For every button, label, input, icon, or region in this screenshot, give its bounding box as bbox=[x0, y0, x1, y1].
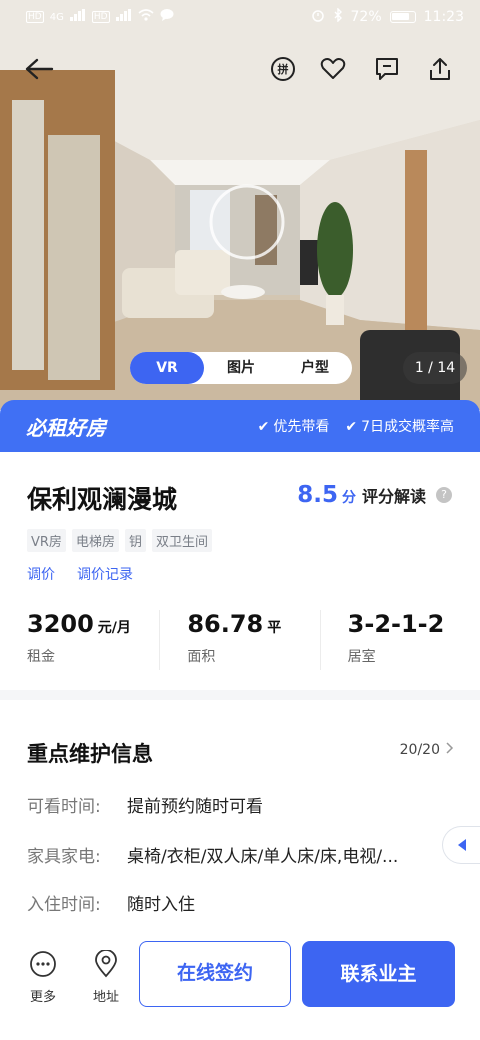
section-title: 重点维护信息 bbox=[27, 742, 153, 766]
chevron-right-icon bbox=[446, 742, 454, 758]
network-label: 4G bbox=[49, 11, 64, 23]
stat-rooms: 3-2-1-2 居室 bbox=[319, 610, 480, 670]
status-bar: HD 4G HD 72% 11:23 bbox=[0, 0, 480, 34]
share-icon[interactable] bbox=[423, 52, 457, 86]
banner-tag: ✔ 7日成交概率高 bbox=[345, 419, 454, 435]
bottom-action-bar: 更多 地址 在线签约 联系业主 bbox=[0, 930, 480, 1040]
more-label: 更多 bbox=[29, 990, 56, 1005]
battery-icon bbox=[389, 11, 416, 23]
info-key: 入住时间: bbox=[27, 895, 101, 915]
info-key: 家具家电: bbox=[27, 847, 101, 867]
listing-name: 保利观澜漫城 bbox=[27, 485, 178, 514]
message-notification-icon bbox=[160, 9, 174, 25]
bluetooth-icon bbox=[333, 7, 343, 26]
score-value: 8.5 bbox=[297, 482, 338, 508]
clock: 11:23 bbox=[423, 9, 464, 25]
info-row: 可看时间: 提前预约随时可看 bbox=[27, 792, 447, 817]
hd-badge: HD bbox=[91, 11, 110, 23]
wifi-icon bbox=[138, 9, 154, 25]
media-tabs: VR 图片 户型 bbox=[130, 352, 352, 384]
banner-tag: ✔ 优先带看 bbox=[257, 419, 330, 435]
price-history-link[interactable]: 调价记录 bbox=[77, 564, 133, 584]
count-value: 20/20 bbox=[399, 742, 440, 758]
heart-icon[interactable] bbox=[316, 52, 350, 86]
listing-card: 保利观澜漫城 8.5 分 评分解读 ? VR房 电梯房 钥 双卫生间 调价 调价… bbox=[0, 452, 480, 690]
feature-tags: VR房 电梯房 钥 双卫生间 bbox=[27, 529, 212, 552]
contact-owner-button[interactable]: 联系业主 bbox=[302, 941, 455, 1007]
back-arrow-icon[interactable] bbox=[22, 52, 56, 86]
message-icon[interactable] bbox=[370, 52, 404, 86]
rooms-label: 居室 bbox=[347, 649, 376, 665]
key-stats: 3200 元/月 租金 86.78 平 面积 3-2-1-2 居室 bbox=[0, 610, 480, 670]
info-value: 桌椅/衣柜/双人床/单人床/床,电视/... bbox=[127, 847, 399, 867]
maintenance-count[interactable]: 20/20 bbox=[400, 742, 454, 758]
area-value: 86.78 bbox=[187, 610, 264, 638]
side-collapse-tab[interactable] bbox=[442, 826, 480, 864]
score-unit: 分 bbox=[341, 490, 356, 506]
address-label: 地址 bbox=[92, 990, 119, 1005]
pinyin-icon[interactable]: 拼 bbox=[266, 52, 300, 86]
help-icon[interactable]: ? bbox=[436, 487, 452, 503]
area-unit: 平 bbox=[267, 620, 282, 636]
signal-icon bbox=[69, 9, 86, 25]
rooms-value: 3-2-1-2 bbox=[347, 610, 445, 638]
tab-vr[interactable]: VR bbox=[130, 352, 204, 384]
online-sign-button[interactable]: 在线签约 bbox=[139, 941, 291, 1007]
tab-floorplan[interactable]: 户型 bbox=[278, 352, 352, 384]
tab-photos[interactable]: 图片 bbox=[204, 352, 278, 384]
top-bar: 拼 bbox=[0, 46, 480, 90]
more-button[interactable]: 更多 bbox=[23, 950, 63, 1005]
hero-photo[interactable]: HD 4G HD 72% 11:23 拼 VR 图片 户型 1 / 14 bbox=[0, 0, 480, 410]
location-pin-icon bbox=[95, 949, 117, 978]
area-label: 面积 bbox=[187, 649, 216, 665]
check-icon: ✔ bbox=[257, 419, 270, 435]
pinyin-glyph: 拼 bbox=[277, 63, 289, 76]
score-interpretation[interactable]: 8.5 分 评分解读 ? bbox=[297, 482, 452, 508]
feature-tag: 电梯房 bbox=[71, 529, 119, 552]
alarm-icon bbox=[311, 8, 325, 26]
stat-area: 86.78 平 面积 bbox=[159, 610, 319, 670]
info-value: 随时入住 bbox=[127, 895, 195, 915]
info-row: 家具家电: 桌椅/衣柜/双人床/单人床/床,电视/... bbox=[27, 842, 447, 867]
more-icon bbox=[30, 951, 56, 977]
battery-percent: 72% bbox=[350, 9, 382, 25]
feature-tag: VR房 bbox=[27, 529, 66, 552]
feature-tag: 钥 bbox=[124, 529, 146, 552]
banner-title: 必租好房 bbox=[26, 415, 106, 440]
signal-icon bbox=[115, 9, 132, 25]
check-icon: ✔ bbox=[345, 419, 358, 435]
section-divider bbox=[0, 690, 480, 700]
rent-unit: 元/月 bbox=[97, 620, 131, 636]
rent-label: 租金 bbox=[27, 649, 55, 665]
info-row: 入住时间: 随时入住 bbox=[27, 890, 447, 915]
stat-rent: 3200 元/月 租金 bbox=[0, 610, 159, 670]
score-label: 评分解读 bbox=[361, 487, 426, 506]
address-button[interactable]: 地址 bbox=[86, 949, 126, 1005]
info-key: 可看时间: bbox=[27, 797, 101, 817]
info-value: 提前预约随时可看 bbox=[127, 797, 263, 817]
price-adjust-link[interactable]: 调价 bbox=[27, 564, 55, 584]
rent-value: 3200 bbox=[27, 610, 94, 638]
photo-counter: 1 / 14 bbox=[403, 352, 467, 384]
featured-banner: 必租好房 ✔ 优先带看 ✔ 7日成交概率高 bbox=[0, 400, 480, 452]
feature-tag: 双卫生间 bbox=[151, 529, 212, 552]
maintenance-section: 重点维护信息 20/20 可看时间: 提前预约随时可看 家具家电: 桌椅/衣柜/… bbox=[0, 700, 480, 930]
hd-badge: HD bbox=[26, 11, 44, 23]
triangle-left-icon bbox=[457, 836, 467, 855]
